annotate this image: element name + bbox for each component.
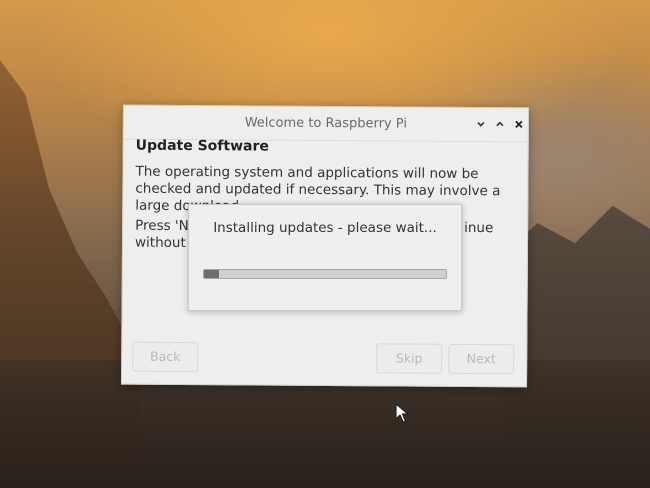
progress-bar-fill xyxy=(204,270,219,278)
progress-dialog: Installing updates - please wait... xyxy=(188,204,462,311)
window-title: Welcome to Raspberry Pi xyxy=(244,115,408,132)
next-button[interactable]: Next xyxy=(448,343,515,375)
close-icon xyxy=(515,120,523,129)
chevron-down-icon xyxy=(477,122,485,127)
back-button[interactable]: Back xyxy=(132,341,199,373)
progress-label: Installing updates - please wait... xyxy=(213,220,437,236)
close-button[interactable] xyxy=(512,118,526,132)
maximize-button[interactable] xyxy=(493,118,507,132)
instruction-text-right: inue xyxy=(464,219,494,237)
skip-button[interactable]: Skip xyxy=(376,343,443,374)
chevron-up-icon xyxy=(496,121,504,127)
titlebar[interactable]: Welcome to Raspberry Pi xyxy=(123,105,528,143)
instruction-text-left: Press 'Nex without ch xyxy=(134,217,206,252)
page-heading: Update Software xyxy=(135,137,269,155)
minimize-button[interactable] xyxy=(474,118,488,132)
progress-bar xyxy=(203,269,447,279)
mouse-pointer-icon xyxy=(395,403,409,423)
